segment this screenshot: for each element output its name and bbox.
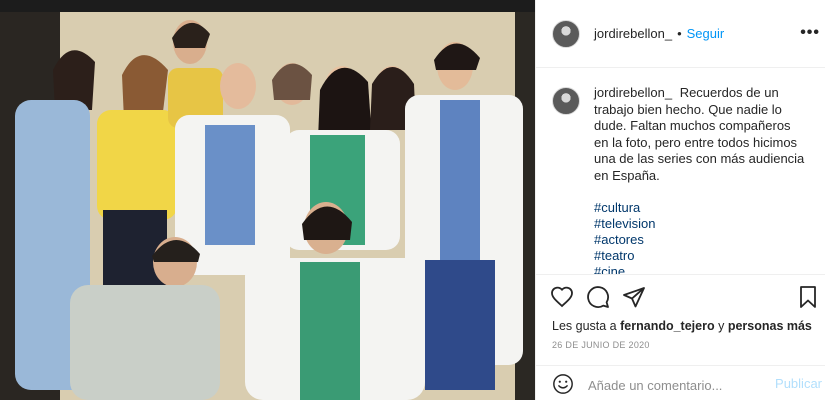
- hashtag-link[interactable]: #television: [594, 216, 808, 232]
- author-username[interactable]: jordirebellon_: [594, 26, 672, 41]
- likes-joiner: y: [718, 319, 725, 333]
- add-comment-bar: Publicar: [536, 365, 825, 400]
- liker-username[interactable]: fernando_tejero: [620, 319, 714, 333]
- hashtag-link[interactable]: #actores: [594, 232, 808, 248]
- action-icons: [550, 285, 820, 311]
- separator-dot: •: [677, 26, 682, 41]
- caption-area: jordirebellon_ Recuerdos de un trabajo b…: [536, 69, 825, 274]
- avatar[interactable]: [552, 19, 580, 48]
- likes-line: Les gusta a fernando_tejero y personas m…: [552, 319, 812, 333]
- caption-avatar[interactable]: [552, 87, 580, 115]
- share-icon[interactable]: [622, 285, 646, 309]
- more-icon[interactable]: •••: [800, 24, 820, 42]
- caption-comment: jordirebellon_ Recuerdos de un trabajo b…: [552, 85, 810, 274]
- publish-button[interactable]: Publicar: [775, 376, 822, 391]
- comment-input[interactable]: [588, 375, 764, 395]
- hashtag-link[interactable]: #teatro: [594, 248, 808, 264]
- post-image[interactable]: [0, 0, 535, 400]
- likes-prefix: Les gusta a: [552, 319, 617, 333]
- post-date[interactable]: 26 DE JUNIO DE 2020: [552, 340, 650, 350]
- caption-username[interactable]: jordirebellon_: [594, 85, 672, 100]
- comment-icon[interactable]: [586, 285, 610, 309]
- hashtag-link[interactable]: #cultura: [594, 200, 808, 216]
- hashtag-link[interactable]: #cine: [594, 264, 808, 274]
- emoji-icon[interactable]: [552, 373, 574, 395]
- hashtag-list: #cultura #television #actores #teatro #c…: [594, 200, 808, 274]
- other-likers-link[interactable]: personas más: [728, 319, 812, 333]
- heart-icon[interactable]: [550, 285, 574, 309]
- caption-body: jordirebellon_ Recuerdos de un trabajo b…: [594, 85, 808, 274]
- follow-button[interactable]: Seguir: [687, 26, 725, 41]
- post-side-panel: jordirebellon_ • Seguir ••• jordirebello…: [535, 0, 825, 400]
- group-photo-illustration: [0, 0, 535, 400]
- bookmark-icon[interactable]: [796, 285, 820, 309]
- post-actions: Les gusta a fernando_tejero y personas m…: [536, 274, 825, 400]
- post-header: jordirebellon_ • Seguir •••: [536, 0, 825, 68]
